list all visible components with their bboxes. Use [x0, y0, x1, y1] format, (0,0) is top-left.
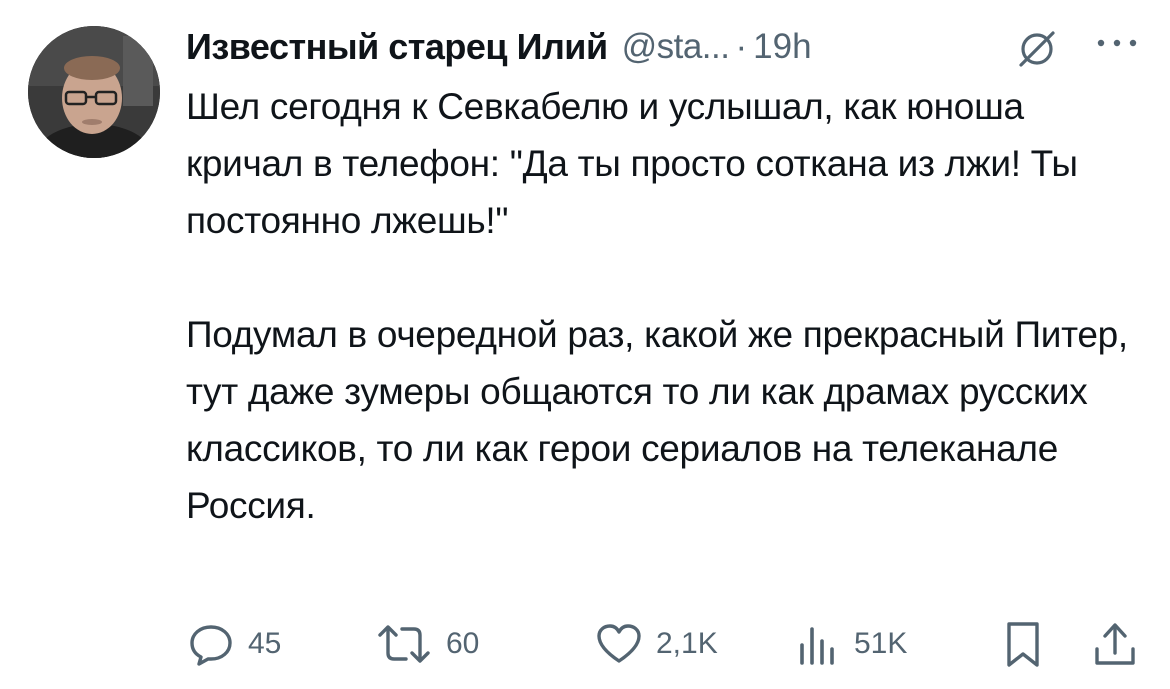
views-button[interactable]: 51K: [792, 616, 907, 672]
views-icon: [792, 619, 842, 669]
tweet: Известный старец Илий @sta... · 19h Шел …: [0, 0, 1170, 689]
grok-icon[interactable]: [1015, 27, 1059, 71]
retweet-button[interactable]: 60: [374, 616, 479, 672]
tweet-header: Известный старец Илий @sta... · 19h: [186, 22, 812, 72]
timestamp[interactable]: 19h: [753, 27, 811, 67]
retweet-icon: [374, 619, 434, 669]
share-icon: [1090, 619, 1140, 669]
reply-count: 45: [248, 627, 282, 660]
author-name[interactable]: Известный старец Илий: [186, 26, 608, 68]
separator-dot: ·: [735, 27, 748, 66]
like-button[interactable]: 2,1K: [594, 616, 718, 672]
tweet-paragraph: Шел сегодня к Севкабелю и услышал, как ю…: [186, 86, 1078, 241]
more-icon[interactable]: [1094, 33, 1140, 53]
author-handle[interactable]: @sta...: [622, 27, 730, 67]
reply-button[interactable]: 45: [186, 616, 281, 672]
bookmark-icon: [998, 619, 1048, 669]
views-count: 51K: [854, 627, 908, 660]
like-count: 2,1K: [656, 627, 718, 660]
action-bar: 45 60 2,1K 51K: [186, 616, 1146, 672]
bookmark-button[interactable]: [998, 616, 1048, 672]
retweet-count: 60: [446, 627, 480, 660]
tweet-paragraph: Подумал в очередной раз, какой же прекра…: [186, 314, 1128, 526]
avatar[interactable]: [28, 26, 160, 158]
tweet-text: Шел сегодня к Севкабелю и услышал, как ю…: [186, 78, 1146, 534]
share-button[interactable]: [1090, 616, 1140, 672]
reply-icon: [186, 619, 236, 669]
heart-icon: [594, 619, 644, 669]
